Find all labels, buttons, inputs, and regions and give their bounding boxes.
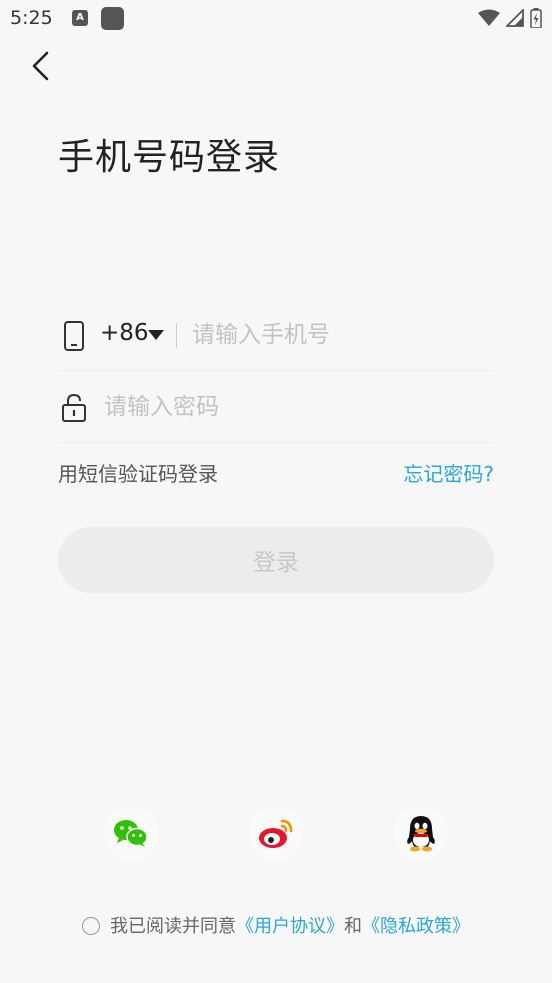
country-code-selector[interactable]: +86 (100, 320, 149, 346)
signal-icon (506, 9, 524, 27)
lock-icon (62, 393, 86, 422)
phone-icon (64, 321, 84, 351)
user-agreement-link[interactable]: 《用户协议》 (236, 916, 344, 937)
accessibility-a-icon: A (72, 10, 88, 26)
qq-login-button[interactable] (394, 806, 448, 860)
status-time: 5:25 (10, 7, 53, 29)
privacy-policy-link[interactable]: 《隐私政策》 (362, 916, 470, 937)
wechat-login-button[interactable] (104, 806, 158, 860)
agree-checkbox[interactable] (82, 917, 100, 935)
qq-icon (407, 816, 435, 852)
wechat-icon (114, 820, 148, 847)
agreement-row: 我已阅读并同意《用户协议》和《隐私政策》 (0, 912, 552, 938)
field-divider (176, 323, 177, 348)
battery-icon (530, 8, 542, 28)
back-button[interactable] (26, 50, 58, 82)
wifi-icon (478, 9, 500, 26)
page-title: 手机号码登录 (58, 137, 281, 178)
password-row (58, 372, 494, 443)
sms-login-link[interactable]: 用短信验证码登录 (58, 458, 218, 487)
forgot-password-link[interactable]: 忘记密码? (403, 458, 494, 487)
agreement-and: 和 (344, 916, 362, 937)
password-input[interactable] (102, 388, 494, 426)
phone-row: +86 (58, 300, 494, 371)
notification-square-icon (101, 7, 124, 30)
weibo-icon (259, 819, 293, 848)
weibo-login-button[interactable] (249, 806, 303, 860)
login-button[interactable]: 登录 (58, 527, 494, 593)
phone-number-input[interactable] (190, 316, 494, 354)
status-right-icons (478, 8, 542, 28)
status-bar: 5:25 A (0, 0, 552, 38)
agreement-prefix: 我已阅读并同意 (110, 916, 236, 937)
dropdown-triangle-icon[interactable] (148, 330, 164, 340)
chevron-left-icon (32, 51, 49, 81)
